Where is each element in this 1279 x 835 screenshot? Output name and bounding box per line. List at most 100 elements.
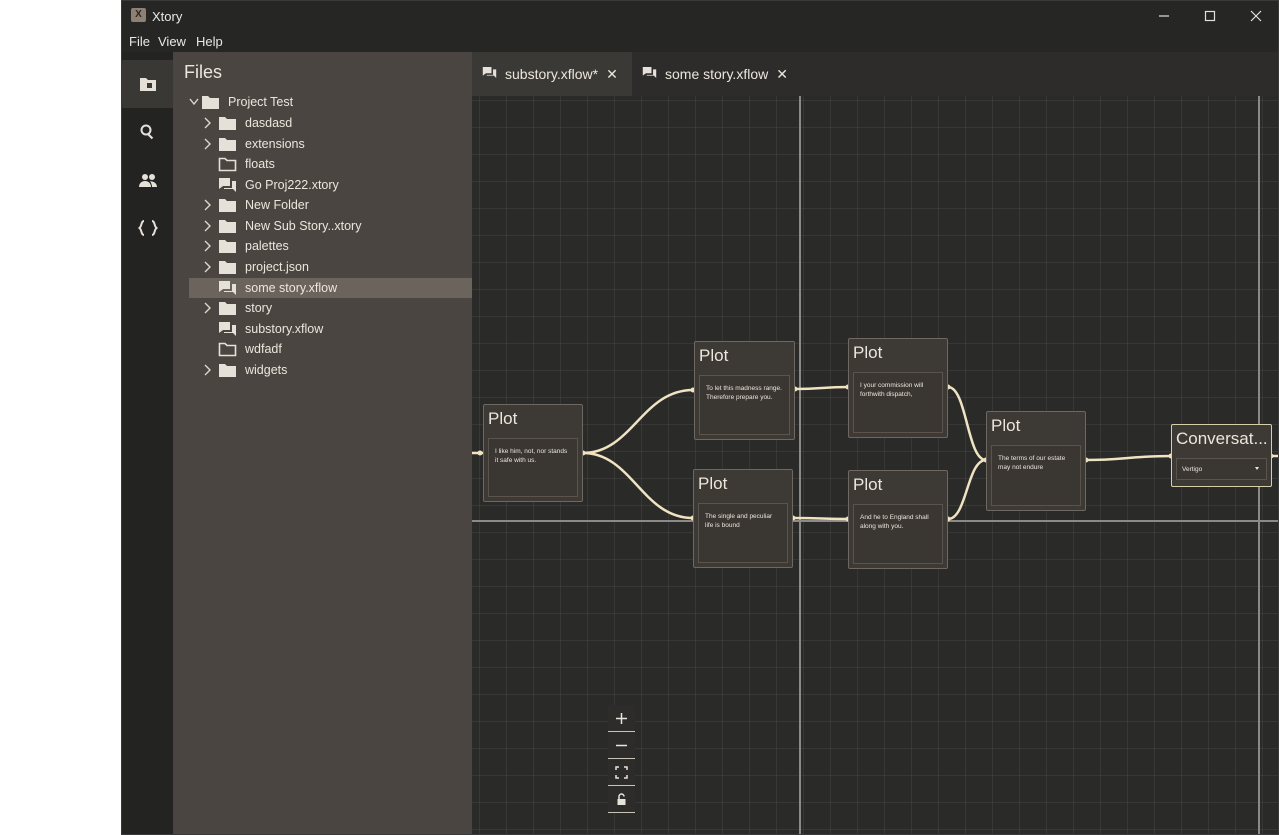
maximize-icon: [1204, 10, 1216, 22]
node-text[interactable]: The terms of our estate may not endure: [991, 445, 1081, 506]
tree-item-project-test[interactable]: Project Test: [189, 92, 472, 112]
node-text[interactable]: The single and peculiar life is bound: [698, 503, 788, 563]
minimize-button[interactable]: [1141, 1, 1187, 31]
plot-node[interactable]: Plot The terms of our estate may not end…: [986, 411, 1086, 511]
zoom-in-button[interactable]: [608, 705, 635, 732]
folder-icon: [218, 136, 237, 152]
close-button[interactable]: [1233, 1, 1278, 31]
folder-outline-icon: [218, 156, 237, 172]
chevron-right-icon[interactable]: [202, 199, 212, 211]
plot-node[interactable]: Plot I your commission will forthwith di…: [848, 338, 948, 438]
node-text[interactable]: And he to England shall along with you.: [853, 504, 943, 564]
folder-icon: [201, 94, 220, 110]
conversation-select-value: Vertigo: [1182, 466, 1203, 473]
node-text[interactable]: I like him, not, nor stands it safe with…: [488, 438, 578, 497]
activity-bar: [122, 52, 173, 834]
tree-item-wdfadf[interactable]: wdfadf: [189, 339, 472, 359]
people-icon: [138, 174, 157, 187]
tree-item-project-json[interactable]: project.json: [189, 257, 472, 277]
tree-item-dasdasd[interactable]: dasdasd: [189, 113, 472, 133]
app-title: Xtory: [152, 9, 183, 24]
tab-label: substory.xflow*: [505, 66, 599, 82]
chevron-right-icon[interactable]: [202, 240, 212, 252]
chevron-right-icon[interactable]: [202, 220, 212, 232]
chevron-right-icon[interactable]: [202, 364, 212, 376]
activity-characters-button[interactable]: [122, 156, 173, 204]
app-logo-icon: X: [131, 8, 146, 22]
activity-variables-button[interactable]: [122, 204, 173, 252]
activity-files-button[interactable]: [122, 60, 173, 108]
tab-close-icon[interactable]: ✕: [776, 66, 788, 83]
fit-view-button[interactable]: [608, 759, 635, 786]
tree-item-new-folder[interactable]: New Folder: [189, 195, 472, 215]
conversation-node[interactable]: Conversat... Vertigo: [1171, 424, 1272, 487]
fit-view-icon: [615, 765, 628, 779]
chevron-down-icon[interactable]: [189, 96, 199, 108]
tree-item-extensions[interactable]: extensions: [189, 134, 472, 154]
node-text[interactable]: To let this madness range. Therefore pre…: [699, 375, 790, 435]
edge: [794, 385, 849, 391]
tree-item-story[interactable]: story: [189, 298, 472, 318]
tree-item-label: New Folder: [245, 198, 309, 212]
chevron-right-icon[interactable]: [202, 302, 212, 314]
folder-icon: [218, 115, 237, 131]
plot-node[interactable]: Plot The single and peculiar life is bou…: [693, 469, 793, 568]
plot-node[interactable]: Plot I like him, not, nor stands it safe…: [483, 404, 583, 502]
conversation-select[interactable]: Vertigo: [1176, 458, 1267, 480]
activity-search-button[interactable]: [122, 108, 173, 156]
plus-icon: [616, 712, 627, 724]
zoom-out-button[interactable]: [608, 732, 635, 759]
tree-item-label: substory.xflow: [245, 322, 324, 336]
files-panel-title: Files: [184, 62, 223, 82]
tree-item-label: palettes: [245, 239, 289, 253]
plot-node[interactable]: Plot And he to England shall along with …: [848, 470, 948, 569]
search-icon: [140, 124, 153, 140]
flow-canvas[interactable]: Plot I like him, not, nor stands it safe…: [472, 96, 1278, 834]
minimize-icon: [1159, 15, 1169, 17]
tree-item-label: wdfadf: [245, 342, 282, 356]
tab-label: some story.xflow: [665, 66, 769, 82]
tree-item-label: story: [245, 301, 273, 315]
edge: [1085, 454, 1173, 462]
node-title: Conversat...: [1176, 429, 1268, 448]
tree-item-label: New Sub Story..xtory: [245, 219, 362, 233]
folder-icon: [218, 300, 237, 316]
edge: [947, 458, 987, 521]
node-text[interactable]: I your commission will forthwith dispatc…: [853, 372, 943, 433]
node-connections: [472, 384, 1278, 522]
chevron-right-icon[interactable]: [202, 117, 212, 129]
port: [477, 450, 483, 456]
tab-substory[interactable]: substory.xflow* ✕: [472, 52, 632, 96]
menu-file[interactable]: File: [129, 34, 150, 49]
tree-item-floats[interactable]: floats: [189, 154, 472, 174]
tree-item-widgets[interactable]: widgets: [189, 360, 472, 380]
node-title: Plot: [853, 343, 883, 362]
menu-view[interactable]: View: [158, 34, 186, 49]
edge: [582, 388, 694, 455]
tree-item-new-sub-story[interactable]: New Sub Story..xtory: [189, 216, 472, 236]
tree-item-some-story[interactable]: some story.xflow: [189, 278, 472, 298]
tab-some-story[interactable]: some story.xflow ✕: [632, 52, 802, 96]
folder-icon: [218, 362, 237, 378]
files-panel: Files Project Test dasdasd extensions fl…: [173, 52, 472, 834]
tree-item-label: extensions: [245, 137, 305, 151]
lock-button[interactable]: [608, 786, 635, 813]
tree-item-palettes[interactable]: palettes: [189, 236, 472, 256]
node-title: Plot: [698, 474, 728, 493]
chevron-right-icon[interactable]: [202, 261, 212, 273]
minus-icon: [616, 744, 627, 746]
tree-item-go-proj222[interactable]: Go Proj222.xtory: [189, 175, 472, 195]
menu-bar: File View Help: [122, 31, 1278, 52]
story-file-icon: [218, 177, 237, 193]
story-file-icon: [642, 66, 657, 82]
caret-down-icon: [1255, 467, 1259, 470]
plot-node[interactable]: Plot To let this madness range. Therefor…: [694, 341, 795, 440]
tree-item-substory[interactable]: substory.xflow: [189, 319, 472, 339]
chevron-right-icon[interactable]: [202, 138, 212, 150]
story-file-icon: [218, 321, 237, 337]
maximize-button[interactable]: [1187, 1, 1233, 31]
tree-item-label: some story.xflow: [245, 281, 338, 295]
tab-close-icon[interactable]: ✕: [606, 66, 618, 83]
edge: [947, 385, 987, 462]
menu-help[interactable]: Help: [196, 34, 223, 49]
